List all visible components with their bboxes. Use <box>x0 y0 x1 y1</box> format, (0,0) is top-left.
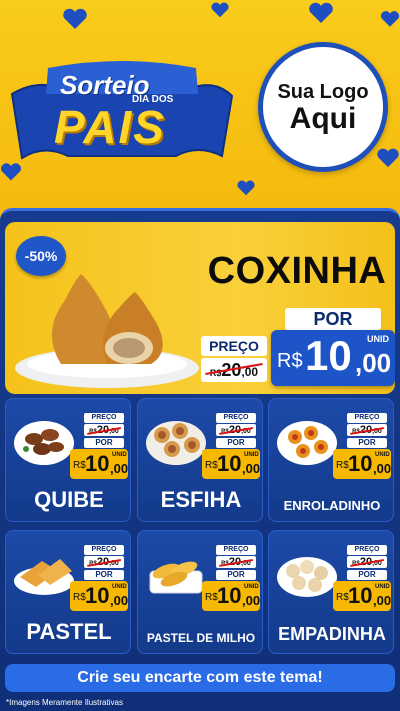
featured-offer[interactable]: -50% COXINHA PREÇO R$20,00 POR R$ 10 ,00… <box>5 222 395 394</box>
old-price-value: R$20,00 <box>347 424 387 436</box>
heart-icon <box>237 180 255 196</box>
price-tag: PREÇO R$20,00 POR R$10,00UNID <box>202 545 260 615</box>
product-name: ENROLADINHO <box>283 498 381 513</box>
product-name: PASTEL <box>26 619 112 644</box>
header-banner: Sorteio DIA DOS PAIS Sua Logo Aqui <box>0 0 400 215</box>
featured-title: COXINHA <box>207 250 387 292</box>
new-price-label: POR <box>84 570 124 580</box>
heart-icon <box>211 2 229 18</box>
product-name: PASTEL DE MILHO <box>146 631 256 645</box>
coxinha-image <box>15 274 199 388</box>
new-price-box: R$ 10,00 UNID <box>70 581 128 611</box>
old-price-label: PREÇO <box>84 545 124 555</box>
old-price-label: PREÇO <box>201 336 267 356</box>
new-price-box: R$ 10,00 UNID <box>202 581 260 611</box>
product-card-pastel-de-milho[interactable]: PREÇO R$20,00 POR R$10,00UNID PASTEL DE … <box>137 530 263 654</box>
old-price-label: PREÇO <box>216 545 256 555</box>
old-price-box: PREÇO R$20,00 <box>201 336 267 382</box>
heart-icon <box>309 2 333 23</box>
new-price-box: R$ 10,00 UNID <box>333 581 391 611</box>
quibe-image <box>14 421 74 465</box>
old-price-value: R$20,00 <box>84 424 124 436</box>
empadinha-image <box>277 557 337 597</box>
new-price-box: R$ 10,00 UNID <box>202 449 260 479</box>
old-price-value: R$20,00 <box>216 556 256 568</box>
old-price-value: R$20,00 <box>84 556 124 568</box>
old-price-value: R$20,00 <box>216 424 256 436</box>
product-card-quibe[interactable]: PREÇO R$20,00 POR R$10,00UNID QUIBE <box>5 398 131 522</box>
logo-text-pais: PAIS <box>54 101 166 153</box>
new-price-box: R$ 10 ,00 UNID <box>271 330 395 386</box>
unit-label: UNID <box>367 334 389 344</box>
product-card-pastel[interactable]: PREÇO R$20,00 POR R$10,00UNID PASTEL <box>5 530 131 654</box>
brand-logo-line2: Aqui <box>289 101 357 135</box>
old-price-value: R$20,00 <box>347 556 387 568</box>
heart-icon <box>377 148 399 168</box>
new-price-box: R$ 10,00 UNID <box>333 449 391 479</box>
new-price-box: R$ 10,00 UNID <box>70 449 128 479</box>
product-name: ESFIHA <box>160 487 242 512</box>
old-price-label: PREÇO <box>347 413 387 423</box>
price-tag: PREÇO R$20,00 POR R$10,00UNID <box>70 413 128 483</box>
product-card-empadinha[interactable]: PREÇO R$20,00 POR R$10,00UNID EMPADINHA <box>268 530 394 654</box>
heart-icon <box>380 11 400 27</box>
pastel-image <box>14 559 74 595</box>
pastel-de-milho-image <box>149 561 203 594</box>
old-price-label: PREÇO <box>347 545 387 555</box>
new-price-int: 10 <box>305 332 352 379</box>
price-tag: PREÇO R$20,00 POR R$10,00UNID <box>70 545 128 615</box>
price-tag: PREÇO R$20,00 POR R$10,00UNID <box>202 413 260 483</box>
new-price-label: POR <box>285 308 381 330</box>
enroladinho-image <box>277 421 337 465</box>
old-price-label: PREÇO <box>216 413 256 423</box>
footnote: *Imagens Meramente Ilustrativas <box>6 698 123 707</box>
new-price-label: POR <box>84 438 124 448</box>
brand-logo-placeholder: Sua Logo Aqui <box>258 42 388 172</box>
new-price-label: POR <box>216 438 256 448</box>
brand-logo-line1: Sua Logo <box>277 80 369 103</box>
heart-icon <box>63 8 87 29</box>
new-price-label: POR <box>347 438 387 448</box>
old-price-value: R$20,00 <box>201 358 267 382</box>
price-tag: PREÇO R$20,00 POR R$10,00UNID <box>333 545 391 615</box>
old-price-label: PREÇO <box>84 413 124 423</box>
product-name: QUIBE <box>34 487 104 512</box>
product-card-enroladinho[interactable]: PREÇO R$20,00 POR R$10,00UNID ENROLADINH… <box>268 398 394 522</box>
price-tag: PREÇO R$20,00 POR R$10,00UNID <box>333 413 391 483</box>
new-price-label: POR <box>216 570 256 580</box>
new-price-cents: ,00 <box>355 348 392 378</box>
product-card-esfiha[interactable]: PREÇO R$20,00 POR R$10,00UNID ESFIHA <box>137 398 263 522</box>
esfiha-image <box>146 421 206 465</box>
new-price-currency: R$ <box>277 350 303 372</box>
cta-button[interactable]: Crie seu encarte com este tema! <box>5 664 395 692</box>
product-name: EMPADINHA <box>278 624 386 644</box>
new-price-label: POR <box>347 570 387 580</box>
